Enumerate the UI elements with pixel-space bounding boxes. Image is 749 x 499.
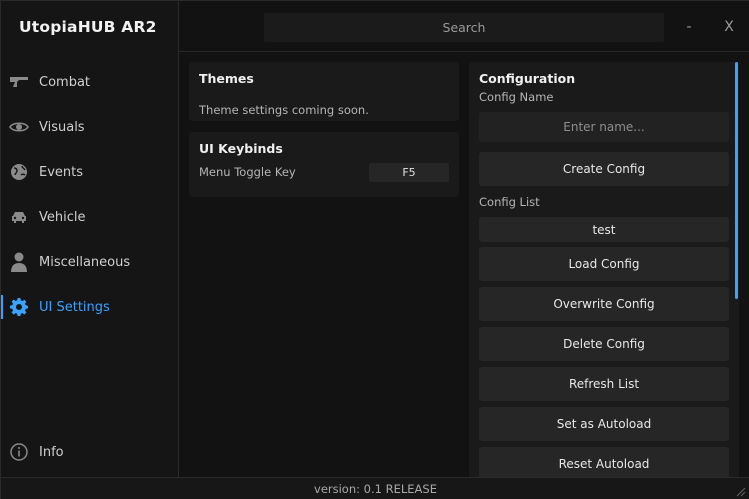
themes-title: Themes	[199, 71, 254, 86]
close-button[interactable]: X	[717, 15, 741, 39]
sidebar-item-label: Visuals	[39, 119, 85, 135]
themes-card: Themes Theme settings coming soon.	[189, 62, 459, 121]
config-scrollbar[interactable]	[735, 62, 738, 299]
top-bar: - X	[179, 1, 749, 52]
config-name-input[interactable]	[479, 112, 729, 142]
delete-config-button[interactable]: Delete Config	[479, 327, 729, 361]
minimize-button[interactable]: -	[677, 15, 701, 39]
gear-icon	[9, 297, 29, 317]
sidebar-item-visuals[interactable]: Visuals	[1, 110, 178, 144]
menu-toggle-label: Menu Toggle Key	[199, 165, 296, 179]
create-config-button[interactable]: Create Config	[479, 152, 729, 186]
refresh-list-button[interactable]: Refresh List	[479, 367, 729, 401]
set-autoload-button[interactable]: Set as Autoload	[479, 407, 729, 441]
keybinds-card: UI Keybinds Menu Toggle Key F5	[189, 132, 459, 197]
themes-text: Theme settings coming soon.	[199, 103, 369, 117]
config-list-item[interactable]: test	[479, 217, 729, 242]
footer: version: 0.1 RELEASE	[1, 477, 749, 499]
sidebar-item-label: Combat	[39, 74, 91, 90]
reset-autoload-button[interactable]: Reset Autoload	[479, 447, 729, 481]
app-window: UtopiaHUB AR2 Combat Visuals Events Vehi…	[0, 0, 749, 499]
config-list-label: Config List	[479, 195, 540, 209]
sidebar-item-label: UI Settings	[39, 299, 110, 315]
sidebar-item-ui-settings[interactable]: UI Settings	[1, 290, 178, 324]
sidebar-item-label: Info	[39, 444, 64, 460]
search-input[interactable]	[264, 13, 664, 42]
eye-icon	[9, 117, 29, 137]
configuration-title: Configuration	[479, 71, 576, 86]
sidebar-item-label: Events	[39, 164, 84, 180]
gun-icon	[9, 72, 29, 92]
sidebar-item-label: Miscellaneous	[39, 254, 131, 270]
person-icon	[9, 252, 29, 272]
keybinds-title: UI Keybinds	[199, 141, 283, 156]
sidebar-item-miscellaneous[interactable]: Miscellaneous	[1, 245, 178, 279]
sidebar-item-info[interactable]: Info	[1, 435, 178, 469]
menu-toggle-key-button[interactable]: F5	[369, 163, 449, 182]
config-name-label: Config Name	[479, 90, 554, 104]
configuration-card: Configuration Config Name Create Config …	[469, 62, 739, 487]
info-icon	[9, 442, 29, 462]
main-content: Themes Theme settings coming soon. UI Ke…	[179, 52, 749, 487]
sidebar-item-events[interactable]: Events	[1, 155, 178, 189]
sidebar-item-label: Vehicle	[39, 209, 86, 225]
sidebar-item-vehicle[interactable]: Vehicle	[1, 200, 178, 234]
sidebar-item-combat[interactable]: Combat	[1, 65, 178, 99]
car-icon	[9, 207, 29, 227]
app-title: UtopiaHUB AR2	[19, 18, 157, 36]
version-text: version: 0.1 RELEASE	[314, 482, 437, 496]
globe-icon	[9, 162, 29, 182]
resize-grip-icon[interactable]	[736, 487, 746, 497]
sidebar: UtopiaHUB AR2 Combat Visuals Events Vehi…	[1, 1, 179, 477]
load-config-button[interactable]: Load Config	[479, 247, 729, 281]
overwrite-config-button[interactable]: Overwrite Config	[479, 287, 729, 321]
